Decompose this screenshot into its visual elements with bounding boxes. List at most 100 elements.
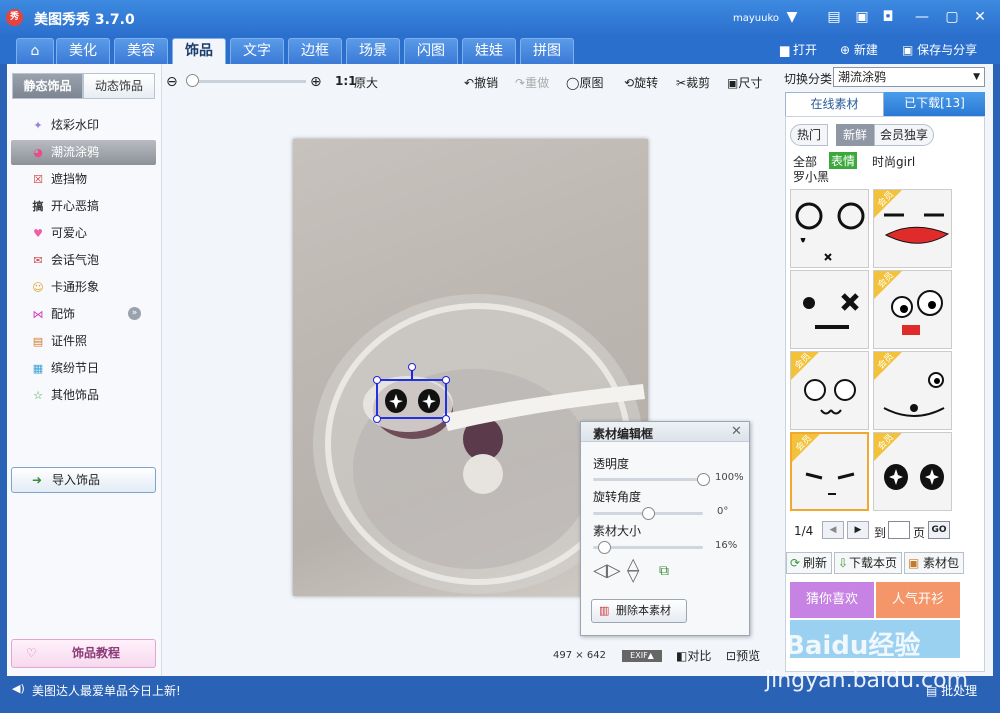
rotation-slider-knob[interactable]	[642, 507, 655, 520]
tab-flash[interactable]: 闪图	[404, 38, 458, 64]
tab-beautify[interactable]: 美化	[56, 38, 110, 64]
skin-icon[interactable]: ◘	[878, 9, 898, 25]
banner-guess-you-like[interactable]: 猜你喜欢	[790, 582, 874, 618]
next-page-button[interactable]: ▶	[847, 521, 869, 539]
zoom-slider-knob[interactable]	[186, 74, 199, 87]
exif-button[interactable]: EXIF▲	[622, 650, 662, 662]
new-button[interactable]: ⊕ 新建	[840, 40, 878, 60]
sticker-thumb[interactable]: 会员	[873, 432, 952, 511]
sticker-thumb[interactable]: 会员	[873, 351, 952, 430]
go-button[interactable]: GO	[928, 521, 950, 539]
zoom-slider[interactable]	[188, 80, 306, 83]
close-button[interactable]: ✕	[970, 9, 990, 25]
tab-accessories[interactable]: 饰品	[172, 38, 226, 64]
left-item-heart[interactable]: ♥ 可爱心	[11, 221, 156, 246]
material-pack-button[interactable]: ▣ 素材包	[904, 552, 964, 574]
tab-text[interactable]: 文字	[230, 38, 284, 64]
user-name[interactable]: mayuuko	[733, 13, 779, 24]
zoom-out-icon[interactable]: ⊖	[166, 74, 178, 90]
left-item-watermark[interactable]: ✦ 炫彩水印	[11, 113, 156, 138]
status-message[interactable]: 美图达人最爱单品今日上新!	[32, 682, 181, 699]
save-share-button[interactable]: ▣ 保存与分享	[902, 40, 977, 60]
feedback-icon[interactable]: ▤	[824, 9, 844, 25]
resize-handle[interactable]	[442, 376, 450, 384]
compare-button[interactable]: ◧对比	[676, 647, 711, 664]
subfilter-girl[interactable]: 时尚girl	[872, 153, 915, 170]
original-button[interactable]: ◯原图	[566, 74, 603, 91]
resize-handle[interactable]	[373, 376, 381, 384]
tutorial-button[interactable]: ♡ 饰品教程	[11, 639, 156, 668]
tab-doll[interactable]: 娃娃	[462, 38, 516, 64]
minimize-button[interactable]: —	[912, 9, 932, 25]
size-button[interactable]: ▣尺寸	[727, 74, 762, 91]
crop-button[interactable]: ✂裁剪	[676, 74, 710, 91]
left-item-graffiti[interactable]: ◕ 潮流涂鸦	[11, 140, 156, 165]
page-input[interactable]	[888, 521, 910, 539]
delete-sticker-button[interactable]: ▥ 删除本素材	[591, 599, 687, 623]
import-accessory-button[interactable]: ➜ 导入饰品	[11, 467, 156, 493]
rotation-label: 旋转角度	[593, 490, 642, 504]
sticker-thumb[interactable]: 会员	[873, 270, 952, 349]
copy-icon[interactable]: ⧉	[659, 563, 669, 579]
open-button[interactable]: ▆ 打开	[780, 40, 817, 60]
message-icon[interactable]: ▣	[852, 9, 872, 25]
sticker-thumb[interactable]	[790, 189, 869, 268]
tab-collage[interactable]: 拼图	[520, 38, 574, 64]
category-select[interactable]: 潮流涂鸦 ▼	[833, 67, 985, 87]
refresh-button[interactable]: ⟳ 刷新	[786, 552, 832, 574]
tab-online-materials[interactable]: 在线素材	[785, 92, 884, 116]
preview-button[interactable]: ⊡预览	[726, 647, 760, 664]
tab-home[interactable]: ⌂	[16, 38, 54, 64]
flip-horizontal-icon[interactable]: ◁▷	[593, 560, 621, 581]
tab-downloaded[interactable]: 已下载[13]	[884, 92, 985, 116]
left-item-id-photo[interactable]: ▤ 证件照	[11, 329, 156, 354]
sticker-selection-box[interactable]	[373, 363, 450, 423]
prev-page-button[interactable]: ◀	[822, 521, 844, 539]
dialog-close-icon[interactable]: ✕	[731, 424, 742, 439]
sticker-thumb[interactable]: 会员	[790, 351, 869, 430]
filter-new[interactable]: 新鲜	[836, 124, 874, 146]
left-item-festival[interactable]: ▦ 缤纷节日	[11, 356, 156, 381]
filter-hot[interactable]: 热门	[790, 124, 828, 146]
sticker-thumb[interactable]: 会员	[873, 189, 952, 268]
left-item-funny[interactable]: 搞开心恶搞	[11, 194, 156, 219]
left-item-blocker[interactable]: ☒ 遮挡物	[11, 167, 156, 192]
tab-beauty[interactable]: 美容	[114, 38, 168, 64]
left-item-bubble[interactable]: ✉ 会话气泡	[11, 248, 156, 273]
category-value: 潮流涂鸦	[838, 70, 887, 84]
left-item-other[interactable]: ☆ 其他饰品	[11, 383, 156, 408]
sticker-thumb-selected[interactable]: 会员	[790, 432, 869, 511]
tab-static-accessories[interactable]: 静态饰品	[12, 73, 83, 99]
left-item-label: 其他饰品	[51, 388, 100, 402]
size-slider-knob[interactable]	[598, 541, 611, 554]
dimension-separator: ×	[575, 650, 584, 661]
left-item-cartoon[interactable]: ☺ 卡通形象	[11, 275, 156, 300]
flip-vertical-icon[interactable]: △ ▽	[627, 556, 639, 584]
gift-icon: ▦	[32, 362, 44, 375]
rotation-value: 0°	[717, 506, 729, 517]
maximize-button[interactable]: ▢	[942, 9, 962, 25]
sticker-thumb[interactable]	[790, 270, 869, 349]
banner-popular[interactable]: 人气开衫	[876, 582, 960, 618]
tab-frame[interactable]: 边框	[288, 38, 342, 64]
original-size-button[interactable]: 原大	[354, 74, 378, 91]
left-item-label: 遮挡物	[51, 172, 88, 186]
expand-icon[interactable]: »	[128, 307, 141, 320]
undo-button[interactable]: ↶撤销	[464, 74, 498, 91]
filter-vip[interactable]: 会员独享	[874, 124, 934, 146]
subfilter-emoji[interactable]: 表情	[829, 152, 858, 169]
user-menu-chevron-icon[interactable]: ▼	[782, 9, 802, 25]
redo-icon: ↷	[515, 76, 526, 90]
speaker-icon: ◀)	[12, 682, 25, 695]
compare-icon: ◧	[676, 649, 688, 663]
resize-handle[interactable]	[373, 415, 381, 423]
opacity-slider[interactable]	[593, 478, 703, 481]
rotate-button[interactable]: ⟲旋转	[624, 74, 658, 91]
subfilter-luoxiaohei[interactable]: 罗小黑	[793, 168, 829, 185]
download-page-button[interactable]: ⇩ 下载本页	[834, 552, 902, 574]
zoom-in-icon[interactable]: ⊕	[310, 74, 322, 90]
tab-scene[interactable]: 场景	[346, 38, 400, 64]
tab-dynamic-accessories[interactable]: 动态饰品	[83, 73, 155, 99]
opacity-slider-knob[interactable]	[697, 473, 710, 486]
redo-button[interactable]: ↷重做	[515, 74, 549, 91]
